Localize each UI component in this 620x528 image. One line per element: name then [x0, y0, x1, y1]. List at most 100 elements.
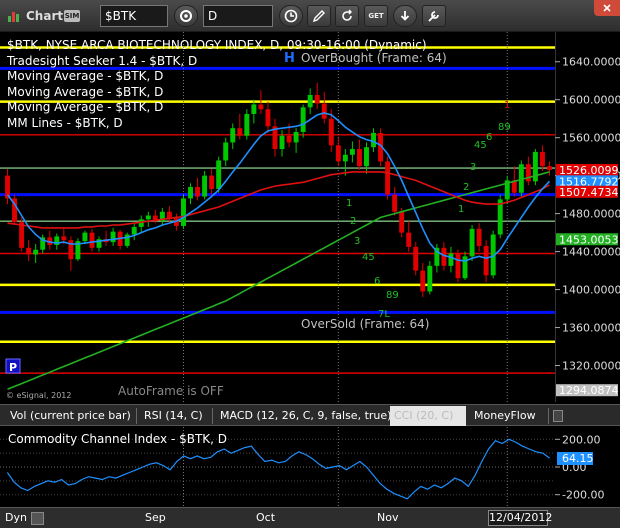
- p-marker[interactable]: P: [9, 361, 17, 374]
- candle-body: [33, 249, 39, 255]
- svg-text:1: 1: [346, 198, 352, 209]
- candle-body: [216, 160, 222, 189]
- candle-body: [195, 187, 201, 197]
- tab-cci[interactable]: CCI (20, C): [390, 406, 466, 426]
- symbol-input[interactable]: $BTK: [100, 5, 168, 27]
- svg-text:1: 1: [458, 204, 464, 215]
- wrench-icon[interactable]: [422, 5, 446, 27]
- price-tick-label: 1480.0000: [562, 208, 620, 221]
- svg-text:45: 45: [474, 140, 487, 151]
- candle-body: [223, 142, 229, 161]
- date-label-oct: Oct: [256, 511, 276, 524]
- tab-macd[interactable]: MACD (12, 26, C, 9, false, true): [216, 408, 395, 424]
- cci-title: Commodity Channel Index - $BTK, D: [8, 432, 228, 446]
- date-label-nov: Nov: [377, 511, 399, 524]
- date-axis[interactable]: Dyn Sep Oct Nov 12/04/2012: [0, 507, 620, 528]
- get-note-icon[interactable]: GET: [364, 5, 388, 27]
- price-tick-label: 1600.0000: [562, 94, 620, 107]
- moving-average-mid-line: [7, 171, 550, 229]
- chart-icon[interactable]: [4, 5, 24, 27]
- cci-tick-label: -200.00: [562, 489, 604, 502]
- candle-body: [427, 265, 433, 292]
- svg-text:3: 3: [354, 236, 360, 247]
- candle-body: [469, 228, 475, 257]
- price-tick-label: 1320.0000: [562, 360, 620, 373]
- candle-body: [342, 154, 348, 162]
- tab-moneyflow[interactable]: MoneyFlow: [470, 408, 540, 424]
- tab-rsi[interactable]: RSI (14, C): [140, 408, 207, 424]
- candle-body: [371, 132, 376, 148]
- candle-body: [26, 247, 32, 255]
- svg-text:1: 1: [504, 100, 510, 111]
- cci-tick-label: 200.00: [562, 433, 601, 446]
- candle-body: [89, 232, 95, 248]
- price-tick-label: 1640.0000: [562, 56, 620, 69]
- close-icon[interactable]: [594, 0, 620, 16]
- price-label: 1507.4734: [559, 186, 619, 199]
- dyn-label: Dyn: [5, 511, 27, 524]
- link-gear-icon[interactable]: [174, 5, 198, 27]
- tab-scroll-icon[interactable]: [553, 410, 563, 422]
- svg-text:3: 3: [470, 162, 476, 173]
- price-label: 1294.0874: [559, 384, 619, 397]
- candle-body: [349, 149, 355, 155]
- legend-ma-2: Moving Average - $BTK, D: [7, 84, 164, 99]
- indicator-tabs: Vol (current price bar) RSI (14, C) MACD…: [0, 404, 620, 426]
- price-tick-label: 1440.0000: [562, 246, 620, 259]
- legend-ma-3: Moving Average - $BTK, D: [7, 100, 164, 114]
- svg-text:2: 2: [463, 182, 469, 193]
- svg-text:6: 6: [374, 276, 380, 287]
- date-label-sep: Sep: [145, 511, 166, 524]
- candle-body: [539, 151, 545, 167]
- tab-volume[interactable]: Vol (current price bar): [6, 408, 135, 424]
- legend-ma-1: Moving Average - $BTK, D: [7, 69, 164, 83]
- candle-body: [406, 232, 412, 247]
- price-tick-label: 1560.0000: [562, 132, 620, 145]
- legend-seeker: Tradesight Seeker 1.4 - $BTK, D: [7, 53, 198, 68]
- candle-body: [131, 226, 137, 235]
- low-marker: 7L: [378, 309, 390, 320]
- candle-body: [188, 187, 193, 199]
- current-date[interactable]: 12/04/2012: [488, 510, 552, 526]
- price-tick-label: 1360.0000: [562, 322, 620, 335]
- price-label: 1453.0053: [559, 233, 619, 246]
- price-tick-label: 1400.0000: [562, 284, 620, 297]
- candle-body: [547, 166, 552, 170]
- svg-text:89: 89: [498, 122, 511, 133]
- arrow-down-icon[interactable]: [393, 5, 417, 27]
- candle-body: [392, 194, 398, 212]
- moving-average-slow-line: [7, 171, 550, 391]
- copyright-label: © eSignal, 2012: [6, 391, 71, 400]
- candle-body: [399, 211, 405, 233]
- candle-body: [279, 135, 285, 150]
- candle-body: [181, 198, 186, 226]
- candle-body: [385, 161, 391, 195]
- svg-text:6: 6: [486, 132, 492, 143]
- toolbar: Chart SIM $BTK D GET: [0, 0, 620, 32]
- candle-body: [413, 246, 419, 271]
- candle-body: [364, 147, 369, 167]
- cci-line: [6, 438, 550, 500]
- candle-body: [483, 245, 489, 276]
- cci-value-label: 64.15: [562, 452, 594, 465]
- candle-body: [82, 232, 88, 242]
- svg-text:2: 2: [350, 216, 356, 227]
- candle-body: [448, 253, 454, 266]
- interval-input[interactable]: D: [203, 5, 273, 27]
- chart-legend: $BTK, NYSE ARCA BIOTECHNOLOGY INDEX, D, …: [7, 38, 427, 131]
- svg-text:45: 45: [362, 252, 375, 263]
- candle-body: [209, 175, 215, 189]
- svg-text:89: 89: [386, 290, 399, 301]
- autoframe-label: AutoFrame is OFF: [118, 384, 224, 398]
- refresh-icon[interactable]: [335, 5, 359, 27]
- legend-title: $BTK, NYSE ARCA BIOTECHNOLOGY INDEX, D, …: [7, 38, 427, 52]
- candle-body: [455, 253, 461, 279]
- pencil-icon[interactable]: [307, 5, 331, 27]
- clock-icon[interactable]: [279, 5, 303, 27]
- candle-body: [476, 228, 482, 246]
- app-title: Chart: [26, 9, 64, 23]
- candle-body: [356, 149, 362, 167]
- oversold-label: OverSold (Frame: 64): [301, 317, 429, 331]
- dyn-toggle[interactable]: [31, 512, 44, 525]
- sim-badge: SIM: [64, 10, 80, 22]
